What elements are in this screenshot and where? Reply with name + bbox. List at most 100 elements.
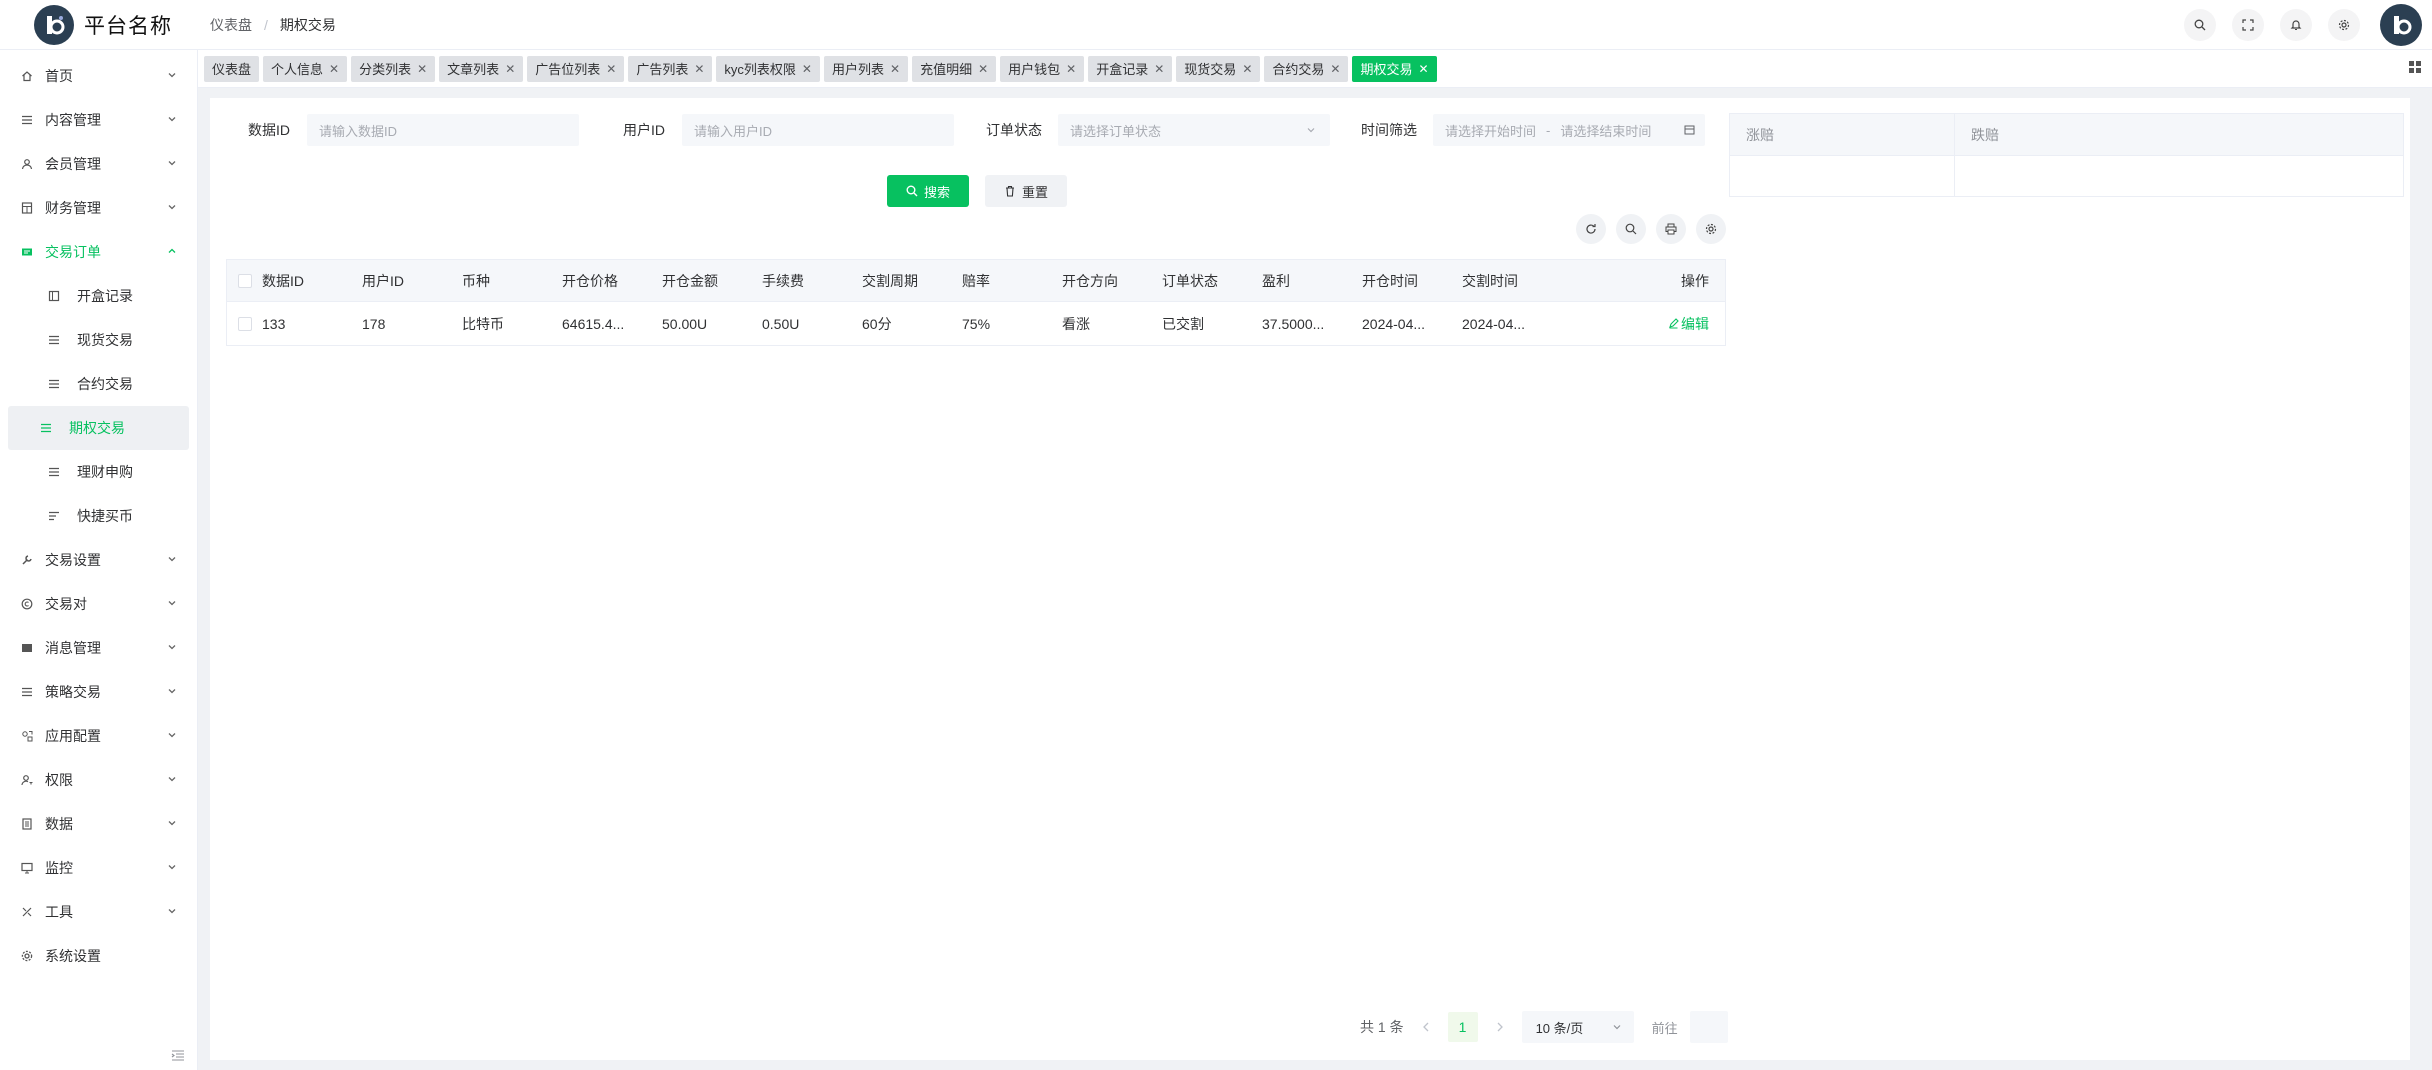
- tab-label: 仪表盘: [212, 62, 252, 77]
- tab-6[interactable]: kyc列表权限 ✕: [716, 55, 820, 82]
- close-icon[interactable]: ✕: [694, 62, 704, 76]
- breadcrumb-home[interactable]: 仪表盘: [210, 15, 252, 35]
- tab-label: 用户列表: [831, 62, 884, 77]
- tab-13[interactable]: 期权交易 ✕: [1352, 55, 1437, 82]
- table-cell: 看涨: [1062, 315, 1090, 332]
- avatar[interactable]: [2380, 4, 2422, 46]
- logo[interactable]: 平台名称: [0, 0, 200, 50]
- sidebar-item-b-8[interactable]: 工具: [0, 890, 197, 934]
- row-checkbox[interactable]: [238, 316, 252, 331]
- sidebar-item-b-1[interactable]: 交易对: [0, 582, 197, 626]
- table-cell: 64615.4...: [562, 315, 625, 332]
- search-icon[interactable]: [2184, 9, 2216, 41]
- tab-label: 个人信息: [271, 62, 324, 77]
- gear-icon[interactable]: [1696, 214, 1726, 244]
- edit-button[interactable]: 编辑: [1668, 314, 1709, 334]
- order-status-select[interactable]: 请选择订单状态: [1058, 114, 1330, 146]
- tabs-bar: 仪表盘 个人信息 ✕ 分类列表 ✕ 文章列表 ✕ 广告位列表 ✕ 广告列表 ✕ kyc列表权限 ✕ 用户列…: [198, 50, 2432, 88]
- tab-1[interactable]: 个人信息 ✕: [263, 55, 348, 82]
- tab-2[interactable]: 分类列表 ✕: [351, 55, 436, 82]
- collapse-sidebar-icon[interactable]: [171, 1050, 185, 1062]
- close-icon[interactable]: ✕: [1418, 62, 1428, 76]
- search-button[interactable]: 搜索: [887, 175, 969, 207]
- close-icon[interactable]: ✕: [1242, 62, 1252, 76]
- user-key-icon: [20, 773, 34, 787]
- sidebar-item-b-3[interactable]: 策略交易: [0, 670, 197, 714]
- chevron-down-icon: [1612, 1022, 1622, 1032]
- prev-page-icon[interactable]: [1422, 1022, 1430, 1032]
- fullscreen-icon[interactable]: [2232, 9, 2264, 41]
- sidebar-item-b-5[interactable]: 权限: [0, 758, 197, 802]
- sidebar-item-system-settings[interactable]: 系统设置: [0, 934, 197, 978]
- close-icon[interactable]: ✕: [505, 62, 515, 76]
- data-id-input[interactable]: 请输入数据ID: [307, 114, 579, 146]
- sidebar-subitem-1[interactable]: 现货交易: [8, 318, 189, 362]
- tabs-menu-icon[interactable]: [2408, 60, 2422, 74]
- sidebar-item-b-6[interactable]: 数据: [0, 802, 197, 846]
- user-id-input[interactable]: 请输入用户ID: [682, 114, 954, 146]
- options-table: 数据ID 用户ID 币种 开仓价格 开仓金额 手续费 交割周期 赔率 开仓方向 订单状态 盈利 开仓时…: [226, 259, 1726, 346]
- reset-button[interactable]: 重置: [985, 175, 1067, 207]
- close-icon[interactable]: ✕: [329, 62, 339, 76]
- tab-8[interactable]: 充值明细 ✕: [912, 55, 997, 82]
- close-icon[interactable]: ✕: [978, 62, 988, 76]
- message-icon: [20, 641, 34, 655]
- sidebar-item-2[interactable]: 会员管理: [0, 142, 197, 186]
- sidebar-item-b-7[interactable]: 监控: [0, 846, 197, 890]
- sidebar-subitem-4[interactable]: 理财申购: [8, 450, 189, 494]
- tab-7[interactable]: 用户列表 ✕: [823, 55, 909, 82]
- sidebar-subitem-2[interactable]: 合约交易: [8, 362, 189, 406]
- sidebar-item-label: 财务管理: [45, 200, 101, 216]
- column-header: 交割周期: [862, 272, 918, 289]
- tab-11[interactable]: 现货交易 ✕: [1176, 55, 1261, 82]
- tab-label: 开盒记录: [1096, 62, 1149, 77]
- tab-9[interactable]: 用户钱包 ✕: [1000, 55, 1085, 82]
- print-icon[interactable]: [1656, 214, 1686, 244]
- tab-label: 文章列表: [447, 62, 500, 77]
- next-page-icon[interactable]: [1496, 1022, 1504, 1032]
- sidebar-subitem-5[interactable]: 快捷买币: [8, 494, 189, 538]
- select-all-checkbox[interactable]: [238, 273, 252, 288]
- close-icon[interactable]: ✕: [1066, 62, 1076, 76]
- sidebar-item-b-2[interactable]: 消息管理: [0, 626, 197, 670]
- chevron-down-icon: [167, 158, 177, 168]
- chevron-down-icon: [167, 114, 177, 124]
- sidebar-item-3[interactable]: 财务管理: [0, 186, 197, 230]
- sidebar-subitem-3[interactable]: 期权交易: [8, 406, 189, 450]
- checkbox-cell: [227, 316, 262, 331]
- gear-icon[interactable]: [2328, 9, 2360, 41]
- page-size-select[interactable]: 10 条/页: [1521, 1011, 1634, 1043]
- sidebar-item-label: 消息管理: [45, 640, 101, 656]
- refresh-icon[interactable]: [1576, 214, 1606, 244]
- chevron-down-icon: [167, 554, 177, 564]
- column-header: 操作: [1681, 272, 1709, 289]
- close-icon[interactable]: ✕: [1330, 62, 1340, 76]
- chevron-down-icon: [167, 642, 177, 652]
- sidebar-item-b-0[interactable]: 交易设置: [0, 538, 197, 582]
- chevron-down-icon: [167, 686, 177, 696]
- sidebar-item-b-4[interactable]: 应用配置: [0, 714, 197, 758]
- close-icon[interactable]: ✕: [802, 62, 812, 76]
- page-size-value: 10 条/页: [1535, 1020, 1584, 1036]
- sidebar-item-4[interactable]: 交易订单: [0, 230, 197, 274]
- tab-3[interactable]: 文章列表 ✕: [439, 55, 524, 82]
- close-icon[interactable]: ✕: [606, 62, 616, 76]
- close-icon[interactable]: ✕: [890, 62, 900, 76]
- page-number-current[interactable]: 1: [1447, 1012, 1478, 1042]
- time-range-picker[interactable]: 请选择开始时间 - 请选择结束时间: [1433, 114, 1705, 146]
- sidebar-item-1[interactable]: 内容管理: [0, 98, 197, 142]
- tab-12[interactable]: 合约交易 ✕: [1264, 55, 1349, 82]
- goto-page-input[interactable]: [1689, 1011, 1728, 1043]
- table-cell: 133: [262, 315, 286, 332]
- user-icon: [20, 157, 34, 171]
- search-icon[interactable]: [1616, 214, 1646, 244]
- tab-0[interactable]: 仪表盘: [204, 55, 260, 82]
- bell-icon[interactable]: [2280, 9, 2312, 41]
- tab-4[interactable]: 广告位列表 ✕: [527, 55, 625, 82]
- close-icon[interactable]: ✕: [417, 62, 427, 76]
- tab-5[interactable]: 广告列表 ✕: [628, 55, 713, 82]
- sidebar-item-0[interactable]: 首页: [0, 54, 197, 98]
- sidebar-subitem-0[interactable]: 开盒记录: [8, 274, 189, 318]
- close-icon[interactable]: ✕: [1154, 62, 1164, 76]
- tab-10[interactable]: 开盒记录 ✕: [1088, 55, 1173, 82]
